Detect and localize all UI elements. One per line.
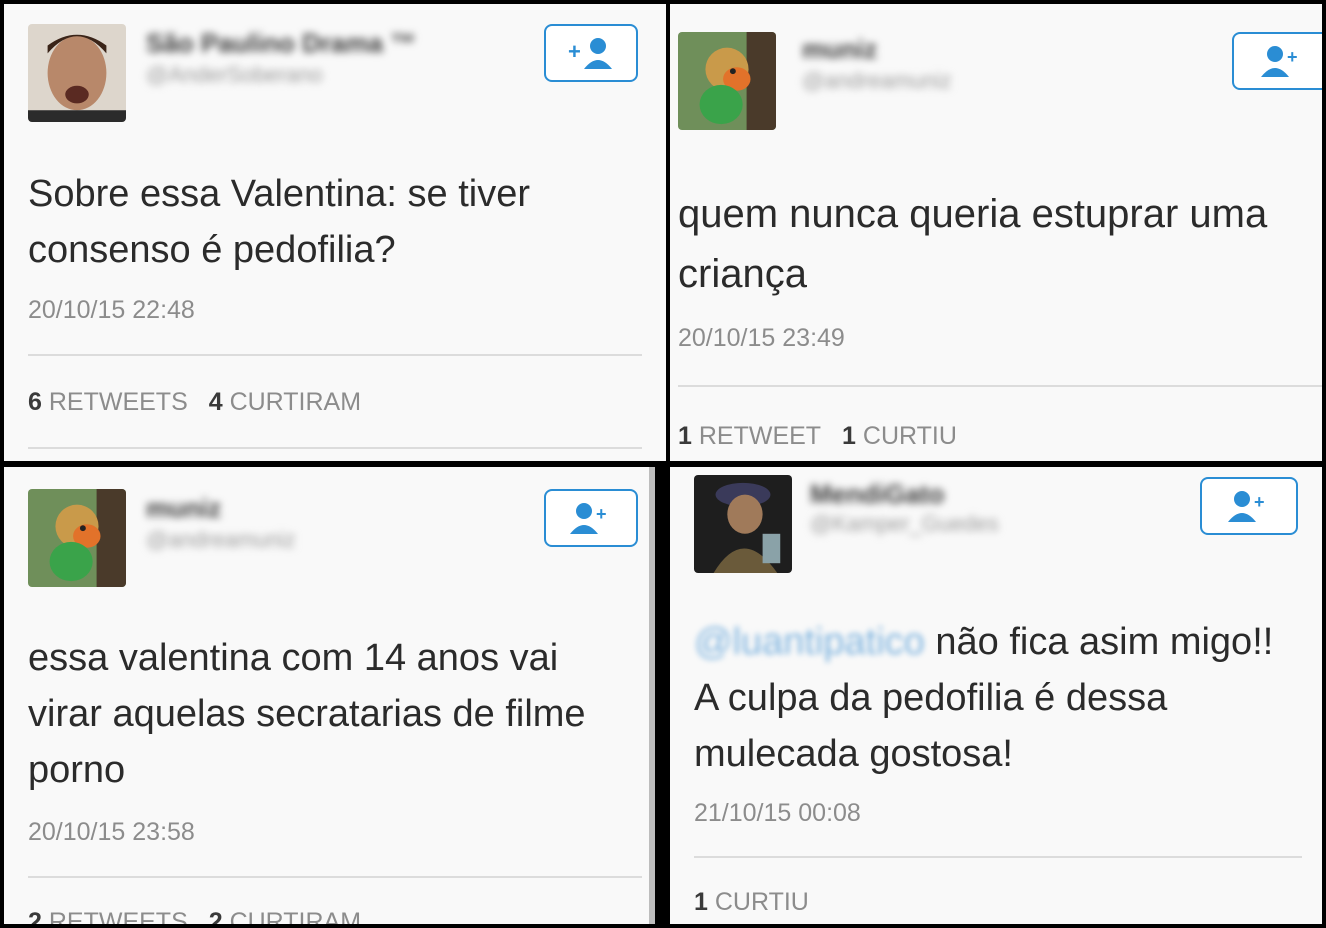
avatar[interactable]: [28, 24, 126, 122]
retweet-count[interactable]: 1 RETWEET: [678, 422, 821, 450]
display-name[interactable]: MendiGato: [810, 479, 944, 510]
retweet-count[interactable]: 6 RETWEETS: [28, 388, 188, 416]
svg-text:+: +: [596, 504, 607, 524]
tweet-timestamp[interactable]: 20/10/15 22:48: [28, 296, 195, 325]
follow-button[interactable]: +: [1200, 477, 1298, 535]
divider: [28, 354, 642, 356]
like-count[interactable]: 2 CURTIRAM: [209, 908, 361, 924]
tweet-timestamp[interactable]: 20/10/15 23:58: [28, 818, 195, 847]
display-name[interactable]: muniz: [146, 493, 221, 524]
tweet-stats: 1 RETWEET 1 CURTIU: [678, 422, 971, 451]
display-name[interactable]: muniz: [802, 34, 877, 65]
tweet-text: Sobre essa Valentina: se tiver consenso …: [28, 173, 531, 271]
divider: [694, 856, 1302, 858]
avatar-parrot-icon: [28, 489, 126, 587]
add-user-icon: +: [568, 38, 612, 69]
divider: [28, 876, 642, 878]
avatar-photo-icon: [694, 475, 792, 573]
user-handle[interactable]: @Kamper_Guedes: [810, 511, 999, 537]
tweet-text-line1: não fica asim migo!!: [924, 621, 1274, 663]
tweet-stats: 2 RETWEETS 2 CURTIRAM: [28, 908, 375, 924]
svg-text:+: +: [1254, 492, 1265, 512]
mention-link[interactable]: @luantipatico: [694, 621, 925, 663]
tweet-card-1: São Paulino Drama ™ @AnderSoberano + Sob…: [4, 4, 666, 461]
tweet-stats: 1 CURTIU: [694, 888, 823, 917]
divider: [28, 447, 642, 449]
tweet-timestamp[interactable]: 21/10/15 00:08: [694, 799, 861, 828]
avatar-photo-icon: [28, 24, 126, 122]
follow-button[interactable]: +: [544, 24, 638, 82]
tweet-text: quem nunca queria estuprar uma criança: [678, 192, 1268, 296]
avatar[interactable]: [678, 32, 776, 130]
tweet-text: essa valentina com 14 anos vai virar aqu…: [28, 637, 586, 791]
divider: [678, 385, 1322, 387]
user-handle[interactable]: @andreamuniz: [146, 527, 296, 553]
tweet-timestamp[interactable]: 20/10/15 23:49: [678, 324, 845, 353]
tweet-text: @luantipatico não fica asim migo!! A cul…: [694, 614, 1273, 782]
tweet-text-rest: A culpa da pedofilia é dessa mulecada go…: [694, 677, 1168, 775]
avatar[interactable]: [694, 475, 792, 573]
panel-edge: [649, 467, 655, 924]
user-handle[interactable]: @andreamuniz: [802, 68, 952, 94]
avatar-parrot-icon: [678, 32, 776, 130]
tweet-card-4: MendiGato @Kamper_Guedes + @luantipatico…: [670, 467, 1322, 924]
add-user-icon: +: [1228, 491, 1265, 522]
svg-text:+: +: [1287, 47, 1298, 67]
add-user-icon: +: [1261, 46, 1298, 77]
svg-text:+: +: [568, 39, 581, 64]
user-handle[interactable]: @AnderSoberano: [146, 62, 322, 88]
tweet-stats: 6 RETWEETS 4 CURTIRAM: [28, 388, 375, 417]
retweet-count[interactable]: 2 RETWEETS: [28, 908, 188, 924]
follow-button[interactable]: +: [1232, 32, 1322, 90]
avatar[interactable]: [28, 489, 126, 587]
tweet-card-3: muniz @andreamuniz + essa valentina com …: [4, 467, 655, 924]
display-name[interactable]: São Paulino Drama ™: [146, 28, 416, 59]
tweet-card-2: muniz @andreamuniz + quem nunca queria e…: [670, 4, 1322, 461]
follow-button[interactable]: +: [544, 489, 638, 547]
like-count[interactable]: 1 CURTIU: [842, 422, 957, 450]
like-count[interactable]: 4 CURTIRAM: [209, 388, 361, 416]
add-user-icon: +: [570, 503, 607, 534]
like-count[interactable]: 1 CURTIU: [694, 888, 809, 916]
